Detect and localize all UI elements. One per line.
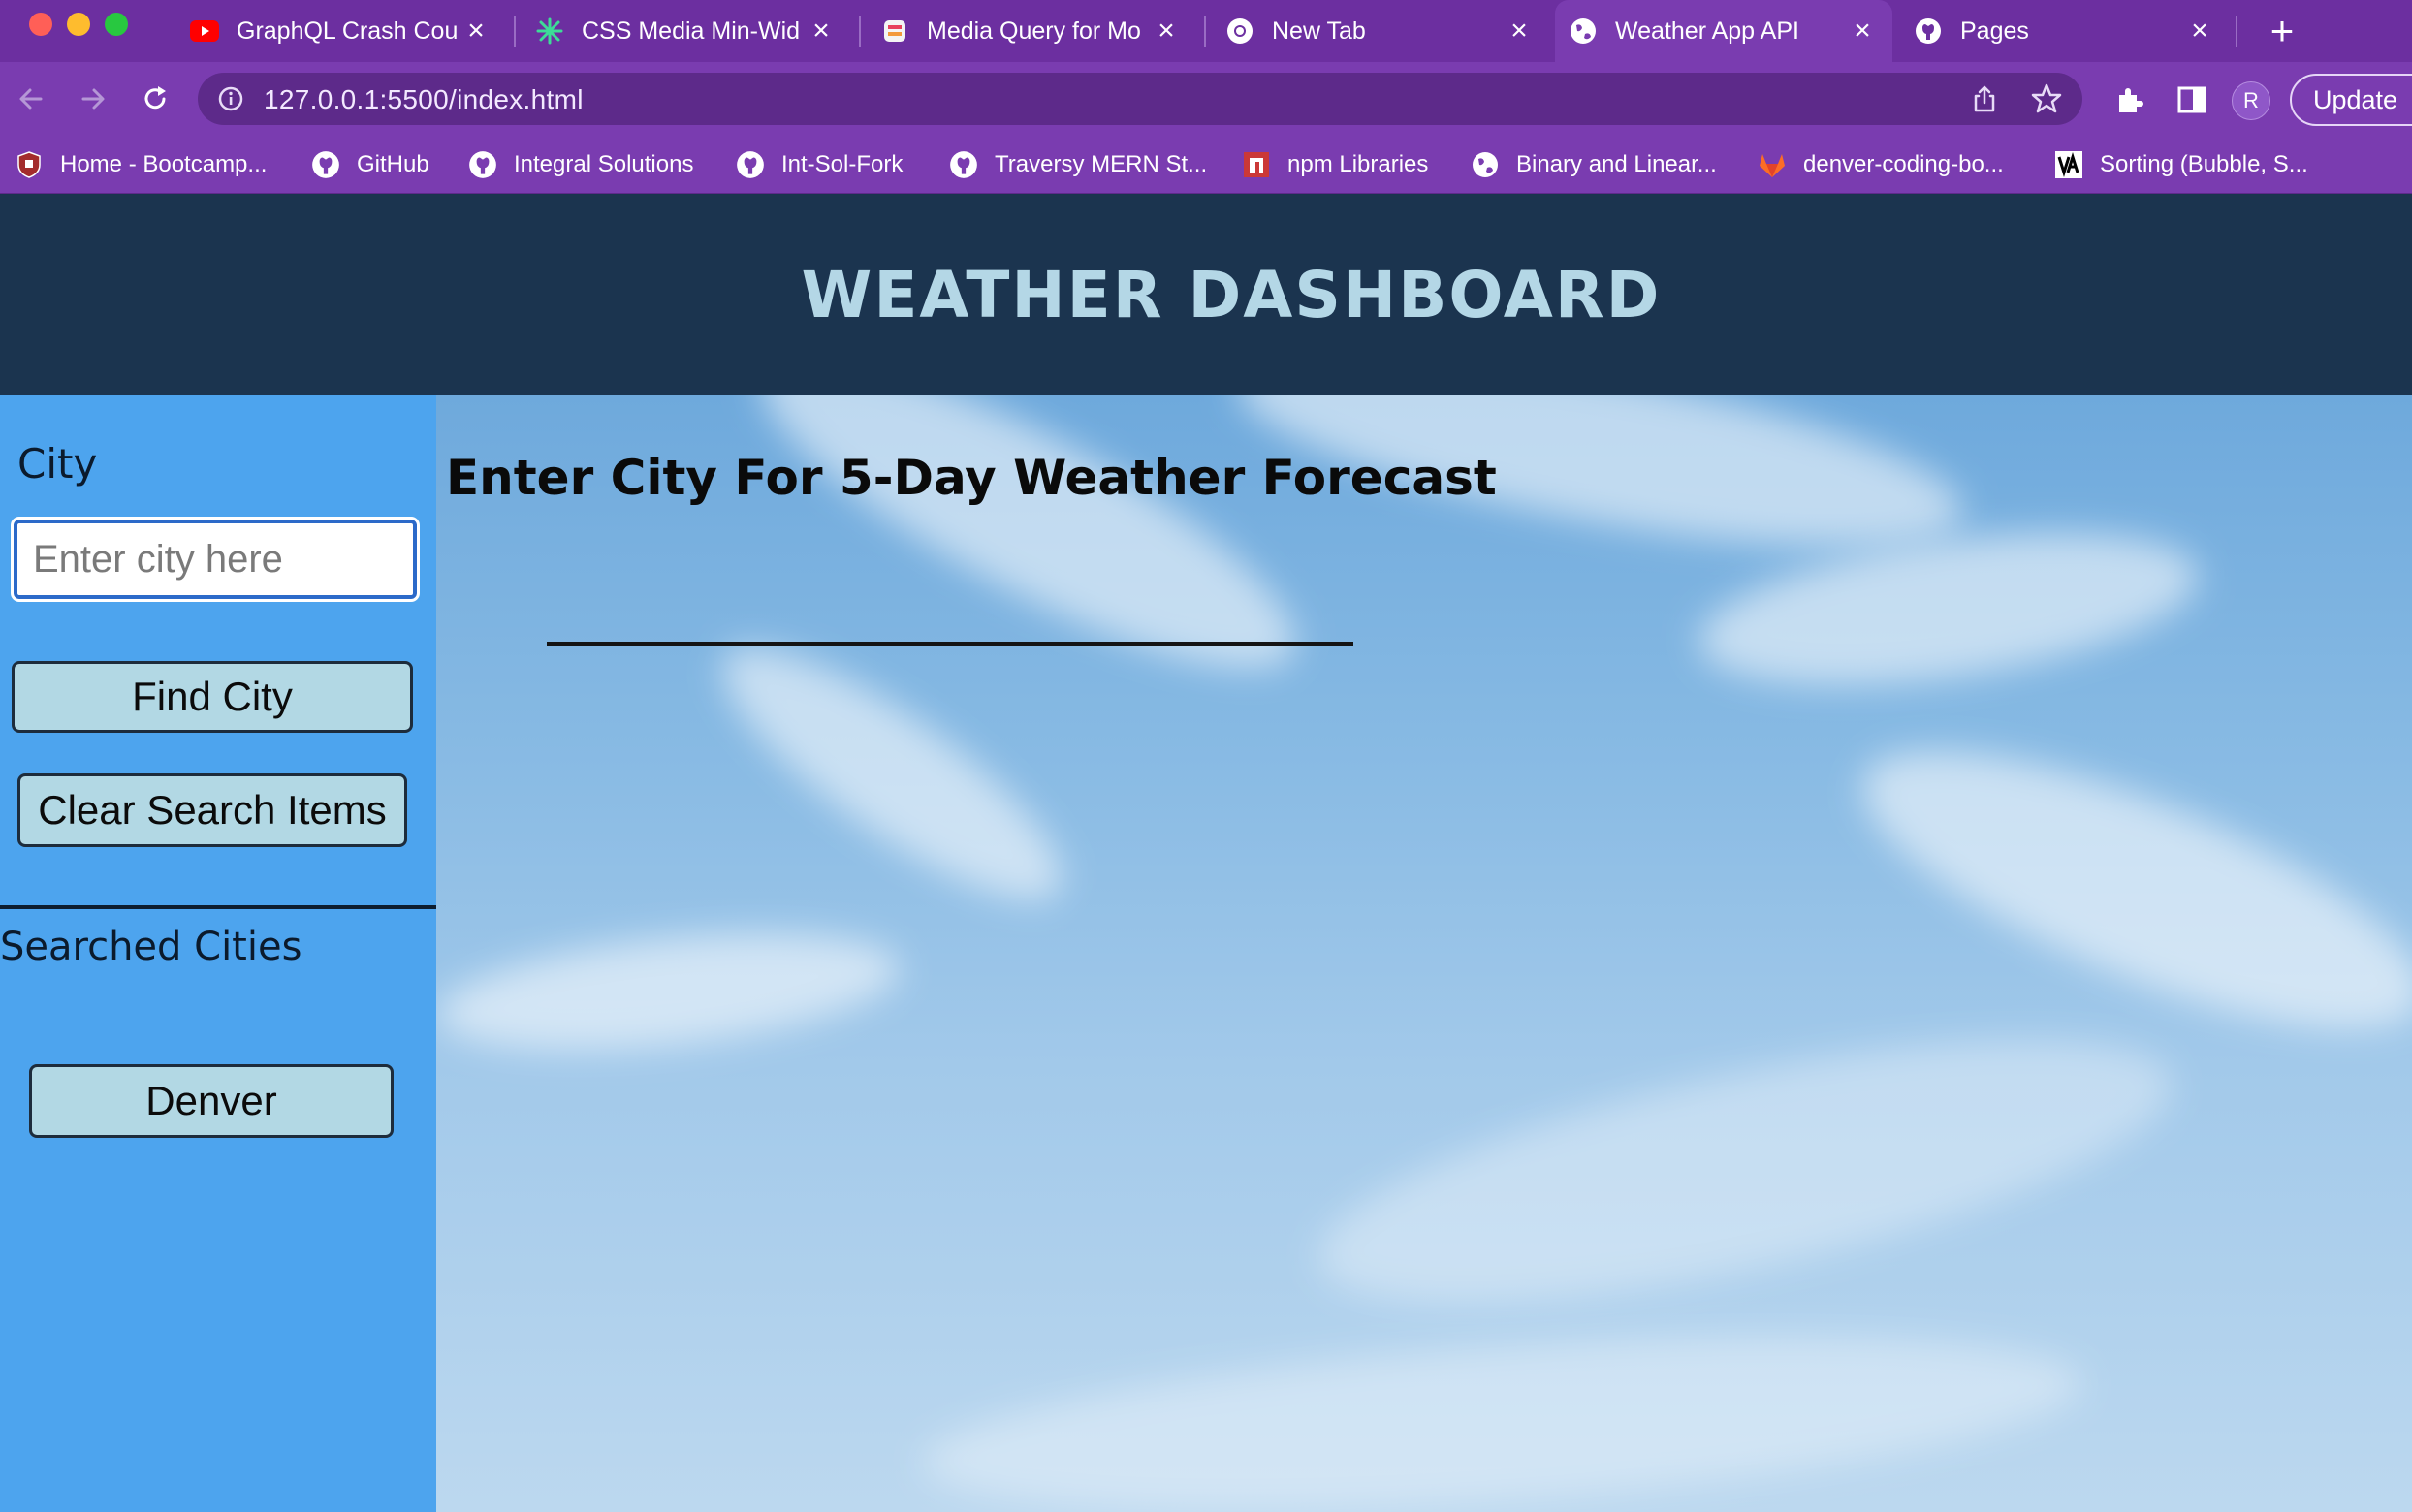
side-panel-icon[interactable] [2175,83,2208,116]
github-icon [310,149,341,180]
bookmark-label: Integral Solutions [514,151,694,177]
bookmark-home-bootcamp[interactable]: Home - Bootcamp... [14,147,267,182]
github-icon [467,149,498,180]
bookmark-label: Binary and Linear... [1516,151,1717,177]
bookmark-binary-linear[interactable]: Binary and Linear... [1470,147,1717,182]
city-search-input[interactable] [11,517,420,602]
tab-strip: GraphQL Crash Cou × CSS Media Min-Wid × … [0,0,2412,62]
bookmark-star-icon[interactable] [2030,82,2063,115]
bookmark-label: Int-Sol-Fork [781,151,904,177]
tab-title: CSS Media Min-Wid [582,16,801,45]
cloud-background [916,1305,2089,1512]
tab-title: Media Query for Mo [927,16,1141,45]
bookmark-label: Sorting (Bubble, S... [2100,151,2308,177]
searched-cities-label: Searched Cities [0,925,302,969]
tab-graphql[interactable]: GraphQL Crash Cou × [176,0,506,62]
browser-toolbar: 127.0.0.1:5500/index.html R Update [0,62,2412,136]
globe-icon [1470,149,1501,180]
tab-media-query[interactable]: Media Query for Mo × [867,0,1196,62]
close-icon[interactable]: × [2185,15,2214,47]
forecast-panel: Enter City For 5-Day Weather Forecast [436,395,2412,1512]
bookmark-label: npm Libraries [1287,151,1429,177]
bookmark-label: Traversy MERN St... [995,151,1208,177]
bookmark-integral-solutions[interactable]: Integral Solutions [467,147,693,182]
tab-separator [859,16,861,47]
profile-avatar[interactable]: R [2232,81,2270,120]
update-button[interactable]: Update [2290,74,2412,126]
close-icon[interactable]: × [461,15,491,47]
minimize-window-button[interactable] [67,13,90,36]
bookmark-label: Home - Bootcamp... [60,151,268,177]
bookmarks-bar: Home - Bootcamp... GitHub Integral Solut… [0,136,2412,194]
close-window-button[interactable] [29,13,52,36]
bookmark-label: denver-coding-bo... [1803,151,2004,177]
bookmark-npm-libraries[interactable]: npm Libraries [1241,147,1428,182]
cloud-background [1298,985,2192,1357]
bookmark-denver-coding[interactable]: denver-coding-bo... [1757,147,2004,182]
arrow-right-icon [81,88,105,110]
close-icon[interactable]: × [807,15,836,47]
close-icon[interactable]: × [1848,15,1877,47]
tab-separator [1204,16,1206,47]
reload-icon [144,86,166,110]
sidebar-divider [0,905,436,909]
reload-button[interactable] [132,76,178,122]
cloud-background [436,914,906,1069]
bookmark-github[interactable]: GitHub [310,147,429,182]
page-title: WEATHER DASHBOARD [801,258,1662,332]
tab-title: Pages [1960,16,2029,45]
github-icon [948,149,979,180]
tab-title: New Tab [1272,16,1366,45]
forward-button[interactable] [70,76,116,122]
shield-icon [14,149,45,180]
cloud-background [1830,696,2412,1084]
address-bar[interactable]: 127.0.0.1:5500/index.html [198,73,2082,125]
history-city-button[interactable]: Denver [29,1064,394,1138]
share-icon[interactable] [1970,84,1999,113]
close-icon[interactable]: × [1152,15,1181,47]
cloud-background [691,609,1093,938]
globe-icon [1569,16,1598,46]
youtube-icon [190,16,219,46]
tab-weather-app[interactable]: Weather App API × [1555,0,1892,62]
github-icon [735,149,766,180]
tab-css-media[interactable]: CSS Media Min-Wid × [522,0,851,62]
tab-title: GraphQL Crash Cou [237,16,459,45]
city-label: City [17,440,98,488]
bookmark-traversy-mern[interactable]: Traversy MERN St... [948,147,1207,182]
page-header: WEATHER DASHBOARD [0,195,2412,395]
npm-icon [1241,149,1272,180]
tab-pages[interactable]: Pages × [1900,0,2230,62]
url-text[interactable]: 127.0.0.1:5500/index.html [264,84,584,115]
close-icon[interactable]: × [1505,15,1534,47]
arrow-left-icon [19,88,43,110]
tab-separator [2236,16,2237,47]
tab-new-tab[interactable]: New Tab × [1212,0,1549,62]
new-tab-button[interactable]: + [2261,8,2303,53]
tab-title: Weather App API [1615,16,1799,45]
stack-icon [880,16,909,46]
bookmark-sorting[interactable]: Sorting (Bubble, S... [2053,147,2308,182]
bookmark-label: GitHub [357,151,429,177]
extensions-icon[interactable] [2113,83,2146,116]
forecast-heading: Enter City For 5-Day Weather Forecast [446,450,1497,506]
search-sidebar: City Find City Clear Search Items Search… [0,395,436,1512]
bookmark-int-sol-fork[interactable]: Int-Sol-Fork [735,147,903,182]
info-icon[interactable] [217,85,244,112]
va-icon [2053,149,2084,180]
clear-search-button[interactable]: Clear Search Items [17,773,407,847]
back-button[interactable] [8,76,54,122]
sparkle-icon [535,16,564,46]
tab-separator [514,16,516,47]
gitlab-icon [1757,149,1788,180]
find-city-button[interactable]: Find City [12,661,413,733]
chrome-icon [1225,16,1254,46]
github-icon [1914,16,1943,46]
maximize-window-button[interactable] [105,13,128,36]
forecast-divider [547,642,1353,646]
